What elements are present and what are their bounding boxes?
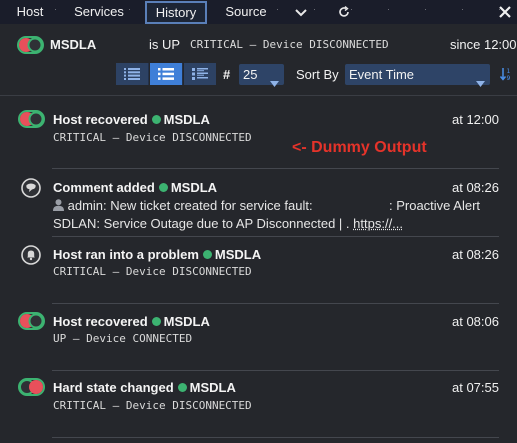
- entry-divider: [52, 303, 499, 304]
- event-output: CRITICAL – Device DISCONNECTED: [53, 265, 252, 278]
- view-detailed-button[interactable]: [184, 63, 216, 85]
- comment-link[interactable]: https://...: [353, 216, 403, 231]
- entry-title: Host recovered MSDLA: [53, 314, 210, 329]
- limit-select[interactable]: 25: [239, 64, 284, 87]
- event-output: UP – Device CONNECTED: [53, 332, 193, 345]
- host-status-dot: [158, 183, 168, 192]
- sort-direction-icon[interactable]: 1 9: [499, 67, 512, 86]
- event-time: at 08:06: [452, 314, 499, 329]
- host-state: is UP: [149, 37, 181, 52]
- event-time: at 08:26: [452, 180, 499, 195]
- svg-text:9: 9: [507, 75, 511, 81]
- comment-text: New ticket created for service fault:: [110, 198, 313, 213]
- tab-services[interactable]: Services: [64, 3, 134, 21]
- event-type: Host recovered: [53, 314, 148, 329]
- event-output: CRITICAL – Device DISCONNECTED: [53, 131, 252, 144]
- toggle-recovered-icon: [18, 312, 45, 335]
- comment-line-1: admin: New ticket created for service fa…: [53, 198, 313, 213]
- event-output: CRITICAL – Device DISCONNECTED: [53, 399, 252, 412]
- bell-icon: [21, 245, 41, 270]
- tab-host[interactable]: Host: [8, 3, 52, 21]
- sort-label: Sort By: [296, 67, 339, 82]
- comment-icon: [21, 178, 41, 203]
- chevron-down-icon: [270, 72, 279, 93]
- comment-line-2: SDLAN: Service Outage due to AP Disconne…: [53, 216, 403, 231]
- tab-history[interactable]: History: [145, 1, 207, 24]
- tab-source[interactable]: Source: [218, 3, 274, 21]
- host-status-dot: [151, 115, 161, 124]
- entry-divider: [52, 168, 499, 169]
- event-time: at 12:00: [452, 112, 499, 127]
- limit-label: #: [223, 67, 231, 82]
- limit-value: 25: [243, 67, 258, 82]
- event-type: Comment added: [53, 180, 155, 195]
- entry-title: Hard state changed MSDLA: [53, 380, 236, 395]
- chevron-down-icon[interactable]: [293, 4, 309, 20]
- tab-bar: Host Services History Source: [0, 0, 517, 24]
- sort-value: Event Time: [349, 67, 415, 82]
- host-status-dot: [151, 317, 161, 326]
- comment-line-1-tail: : Proactive Alert: [389, 198, 481, 213]
- toggle-hard-state-icon: [18, 378, 45, 401]
- host-link[interactable]: MSDLA: [164, 314, 210, 329]
- dummy-output-annotation: <- Dummy Output: [292, 139, 427, 156]
- chevron-down-icon: [476, 72, 485, 93]
- plugin-output: CRITICAL – Device DISCONNECTED: [190, 38, 389, 51]
- event-type: Host ran into a problem: [53, 247, 199, 262]
- entry-title: Host ran into a problem MSDLA: [53, 247, 261, 262]
- view-compact-button[interactable]: [116, 63, 149, 85]
- host-link[interactable]: MSDLA: [190, 380, 236, 395]
- host-name[interactable]: MSDLA: [50, 37, 96, 52]
- entry-divider: [52, 437, 499, 438]
- svg-text:1: 1: [507, 68, 511, 75]
- view-list-button[interactable]: [150, 63, 183, 85]
- host-link[interactable]: MSDLA: [215, 247, 261, 262]
- toggle-recovered-icon: [18, 110, 45, 133]
- event-time: at 07:55: [452, 380, 499, 395]
- close-icon[interactable]: [497, 4, 513, 20]
- host-status-dot: [202, 250, 212, 259]
- entry-divider: [52, 236, 499, 237]
- event-type: Hard state changed: [53, 380, 174, 395]
- state-since: since 12:00: [450, 37, 517, 52]
- refresh-icon[interactable]: [336, 4, 352, 20]
- host-state-toggle-icon: [17, 36, 44, 59]
- entry-title: Comment added MSDLA: [53, 180, 217, 195]
- event-type: Host recovered: [53, 112, 148, 127]
- host-link[interactable]: MSDLA: [164, 112, 210, 127]
- host-status-dot: [177, 383, 187, 392]
- comment-text: SDLAN: Service Outage due to AP Disconne…: [53, 216, 350, 231]
- host-link[interactable]: MSDLA: [171, 180, 217, 195]
- entry-title: Host recovered MSDLA: [53, 112, 210, 127]
- user-icon: [53, 198, 64, 213]
- sort-select[interactable]: Event Time: [345, 64, 490, 87]
- event-time: at 08:26: [452, 247, 499, 262]
- controls-divider: [0, 95, 517, 96]
- comment-author: admin:: [67, 198, 107, 213]
- entry-divider: [52, 370, 499, 371]
